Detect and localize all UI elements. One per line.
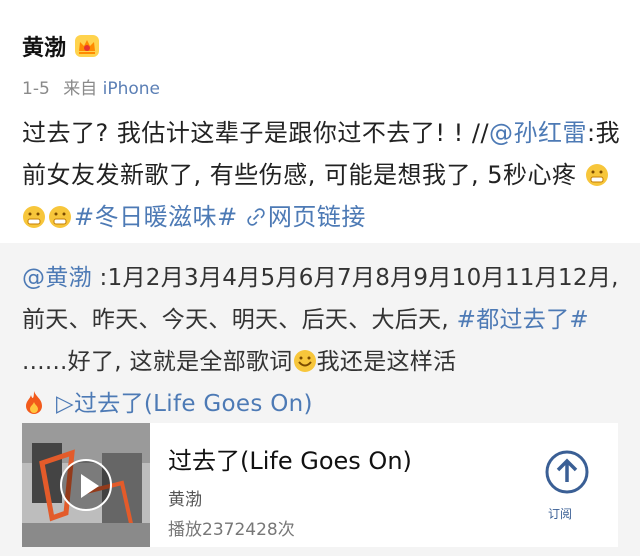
hashtag-link[interactable]: #冬日暖滋味# bbox=[74, 203, 238, 231]
post-device: iPhone bbox=[102, 79, 160, 99]
grimace-emoji-icon bbox=[23, 206, 45, 228]
grimace-emoji-icon bbox=[585, 164, 608, 186]
music-play-count: 播放2372428次 bbox=[168, 520, 295, 540]
repost-mention-link[interactable]: @黄渤 bbox=[22, 265, 92, 291]
play-button[interactable] bbox=[60, 459, 112, 511]
post-date: 1-5 bbox=[22, 79, 50, 99]
author-name[interactable]: 黄渤 bbox=[22, 30, 66, 62]
post-meta: 1-5 来自 iPhone bbox=[22, 74, 160, 99]
repost-body: @黄渤 :1月2月3月4月5月6月7月8月9月10月11月12月, 前天、昨天、… bbox=[22, 257, 622, 425]
smile-emoji-icon bbox=[293, 350, 316, 372]
fire-icon bbox=[26, 391, 42, 414]
post-source-label: 来自 bbox=[63, 79, 98, 99]
repost-hashtag-link[interactable]: #都过去了# bbox=[457, 307, 589, 333]
subscribe-arrow-icon[interactable] bbox=[545, 450, 589, 494]
grimace-emoji-icon bbox=[49, 206, 71, 228]
subscribe-label[interactable]: 订阅 bbox=[548, 505, 572, 522]
web-link[interactable]: 网页链接 bbox=[246, 203, 366, 231]
post-text-1: 过去了? 我估计这辈子是跟你过不去了! ! // bbox=[22, 119, 490, 147]
repost-text-2: ......好了, 这就是全部歌词 bbox=[22, 349, 293, 375]
album-cover[interactable] bbox=[22, 423, 150, 547]
music-artist: 黄渤 bbox=[168, 490, 202, 510]
link-icon bbox=[247, 208, 265, 226]
music-title: 过去了(Life Goes On) bbox=[168, 447, 412, 475]
post-body: 过去了? 我估计这辈子是跟你过不去了! ! //@孙红雷:我前女友发新歌了, 有… bbox=[22, 112, 622, 238]
vip-crown-icon bbox=[75, 35, 100, 57]
weibo-post: 黄渤 1-5 来自 iPhone 过去了? 我估计这辈子是跟你过不去了! ! /… bbox=[0, 0, 640, 240]
repost-text-3: 我还是这样活 bbox=[316, 349, 457, 375]
play-icon bbox=[81, 474, 99, 498]
song-link[interactable]: ▷过去了(Life Goes On) bbox=[56, 391, 313, 417]
mention-link[interactable]: @孙红雷 bbox=[489, 119, 587, 147]
web-link-text: 网页链接 bbox=[267, 203, 366, 231]
author-row: 黄渤 bbox=[22, 30, 100, 62]
music-card[interactable]: 过去了(Life Goes On) 黄渤 播放2372428次 订阅 bbox=[22, 423, 618, 547]
repost-panel: @黄渤 :1月2月3月4月5月6月7月8月9月10月11月12月, 前天、昨天、… bbox=[0, 243, 640, 556]
